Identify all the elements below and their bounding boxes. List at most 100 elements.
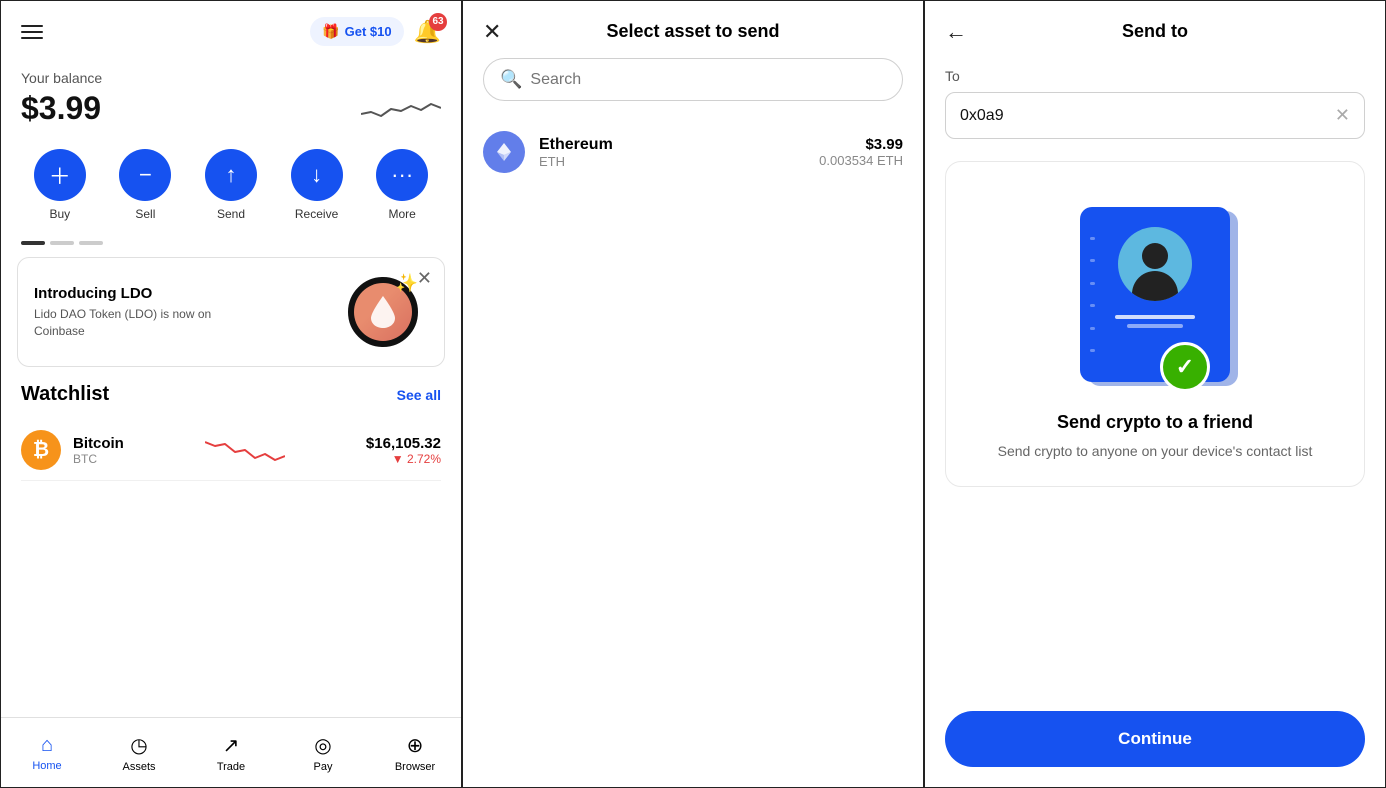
btc-info: Bitcoin BTC xyxy=(73,435,124,466)
pay-nav-label: Pay xyxy=(314,761,333,773)
bottom-nav: ⌂ Home ◷ Assets ↗ Trade ◎ Pay ⊕ Browser xyxy=(1,717,461,787)
more-label: More xyxy=(389,207,416,221)
promo-card: ✕ Introducing LDO Lido DAO Token (LDO) i… xyxy=(17,257,445,367)
receive-label: Receive xyxy=(295,207,338,221)
send-icon: ↑ xyxy=(205,149,257,201)
eth-values: $3.99 0.003534 ETH xyxy=(819,136,903,168)
buy-label: Buy xyxy=(49,207,70,221)
close-button[interactable]: ✕ xyxy=(483,21,501,43)
select-asset-header: ✕ Select asset to send xyxy=(463,1,923,58)
header-right: 🎁 Get $10 🔔 63 xyxy=(310,17,441,46)
get-money-button[interactable]: 🎁 Get $10 xyxy=(310,17,403,46)
nav-pay[interactable]: ◎ Pay xyxy=(277,718,369,787)
gift-icon: 🎁 xyxy=(322,23,339,40)
home-nav-label: Home xyxy=(32,760,61,772)
sell-action[interactable]: − Sell xyxy=(119,149,171,221)
btc-price: $16,105.32 xyxy=(366,435,441,452)
menu-button[interactable] xyxy=(21,25,43,39)
eth-icon xyxy=(483,131,525,173)
to-input-row[interactable]: 0x0a9 ✕ xyxy=(945,92,1365,139)
nav-browser[interactable]: ⊕ Browser xyxy=(369,718,461,787)
assets-nav-icon: ◷ xyxy=(130,733,147,758)
pay-nav-icon: ◎ xyxy=(314,733,331,758)
to-address: 0x0a9 xyxy=(960,107,1004,125)
btc-change: ▼ 2.72% xyxy=(366,452,441,466)
send-to-panel: ← Send to To 0x0a9 ✕ xyxy=(924,0,1386,788)
browser-nav-icon: ⊕ xyxy=(407,733,424,758)
browser-nav-label: Browser xyxy=(395,761,435,773)
send-promo-title: Send crypto to a friend xyxy=(1057,412,1253,433)
eth-name: Ethereum xyxy=(539,136,805,154)
send-action[interactable]: ↑ Send xyxy=(205,149,257,221)
more-icon: ··· xyxy=(376,149,428,201)
search-bar[interactable]: 🔍 xyxy=(483,58,903,101)
promo-title: Introducing LDO xyxy=(34,285,214,302)
promo-description: Lido DAO Token (LDO) is now on Coinbase xyxy=(34,306,214,340)
btc-ticker: BTC xyxy=(73,452,124,466)
promo-image: ✨ xyxy=(338,272,428,352)
action-row: ＋ Buy − Sell ↑ Send ↓ Receive ··· More xyxy=(1,139,461,241)
illustration-graphic: ✓ xyxy=(1055,192,1255,392)
balance-chart xyxy=(361,94,441,124)
nav-assets[interactable]: ◷ Assets xyxy=(93,718,185,787)
btc-values: $16,105.32 ▼ 2.72% xyxy=(366,435,441,466)
watchlist-title: Watchlist xyxy=(21,383,109,406)
home-nav-icon: ⌂ xyxy=(41,734,53,757)
balance-row: $3.99 xyxy=(21,90,441,127)
eth-crypto: 0.003534 ETH xyxy=(819,153,903,168)
balance-amount: $3.99 xyxy=(21,90,101,127)
btc-name: Bitcoin xyxy=(73,435,124,452)
watchlist-section: Watchlist See all ₿ Bitcoin BTC $16,105.… xyxy=(1,383,461,481)
ldo-star-icon: ✨ xyxy=(396,273,418,294)
promo-dots xyxy=(1,241,461,245)
promo-dot-2 xyxy=(50,241,74,245)
back-button[interactable]: ← xyxy=(945,19,967,45)
receive-action[interactable]: ↓ Receive xyxy=(291,149,343,221)
sell-icon: − xyxy=(119,149,171,201)
send-to-header: ← Send to xyxy=(925,1,1385,58)
balance-label: Your balance xyxy=(21,70,441,86)
watchlist-header: Watchlist See all xyxy=(21,383,441,406)
promo-dot-3 xyxy=(79,241,103,245)
sell-label: Sell xyxy=(135,207,155,221)
home-header: 🎁 Get $10 🔔 63 xyxy=(1,1,461,54)
select-asset-panel: ✕ Select asset to send 🔍 Ethereum ETH $3… xyxy=(462,0,924,788)
ldo-circle: ✨ xyxy=(348,277,418,347)
asset-list-item-eth[interactable]: Ethereum ETH $3.99 0.003534 ETH xyxy=(463,117,923,187)
select-asset-title: Select asset to send xyxy=(606,21,779,42)
clear-address-button[interactable]: ✕ xyxy=(1335,105,1350,126)
send-label: Send xyxy=(217,207,245,221)
send-illustration: ✓ Send crypto to a friend Send crypto to… xyxy=(945,161,1365,487)
more-action[interactable]: ··· More xyxy=(376,149,428,221)
buy-icon: ＋ xyxy=(34,149,86,201)
to-label: To xyxy=(945,68,1365,84)
trade-nav-icon: ↗ xyxy=(223,733,240,758)
notification-badge: 63 xyxy=(429,13,447,31)
get-money-label: Get $10 xyxy=(345,24,392,39)
nav-home[interactable]: ⌂ Home xyxy=(1,718,93,787)
balance-section: Your balance $3.99 xyxy=(1,54,461,139)
promo-text: Introducing LDO Lido DAO Token (LDO) is … xyxy=(34,285,214,340)
see-all-link[interactable]: See all xyxy=(397,387,441,403)
trade-nav-label: Trade xyxy=(217,761,245,773)
nav-trade[interactable]: ↗ Trade xyxy=(185,718,277,787)
assets-nav-label: Assets xyxy=(122,761,155,773)
receive-icon: ↓ xyxy=(291,149,343,201)
btc-chart xyxy=(136,432,354,468)
to-section: To 0x0a9 ✕ xyxy=(925,58,1385,151)
search-input[interactable] xyxy=(530,71,886,89)
notification-wrapper[interactable]: 🔔 63 xyxy=(414,19,441,45)
send-promo-description: Send crypto to anyone on your device's c… xyxy=(998,441,1313,462)
eth-ticker: ETH xyxy=(539,154,805,169)
eth-usd: $3.99 xyxy=(819,136,903,153)
eth-info: Ethereum ETH xyxy=(539,136,805,169)
check-badge-icon: ✓ xyxy=(1160,342,1210,392)
home-panel: 🎁 Get $10 🔔 63 Your balance $3.99 ＋ Buy … xyxy=(0,0,462,788)
promo-dot-1 xyxy=(21,241,45,245)
send-to-title: Send to xyxy=(1122,21,1188,42)
continue-button[interactable]: Continue xyxy=(945,711,1365,767)
btc-icon: ₿ xyxy=(21,430,61,470)
watchlist-item-btc[interactable]: ₿ Bitcoin BTC $16,105.32 ▼ 2.72% xyxy=(21,420,441,481)
buy-action[interactable]: ＋ Buy xyxy=(34,149,86,221)
search-icon: 🔍 xyxy=(500,69,522,90)
